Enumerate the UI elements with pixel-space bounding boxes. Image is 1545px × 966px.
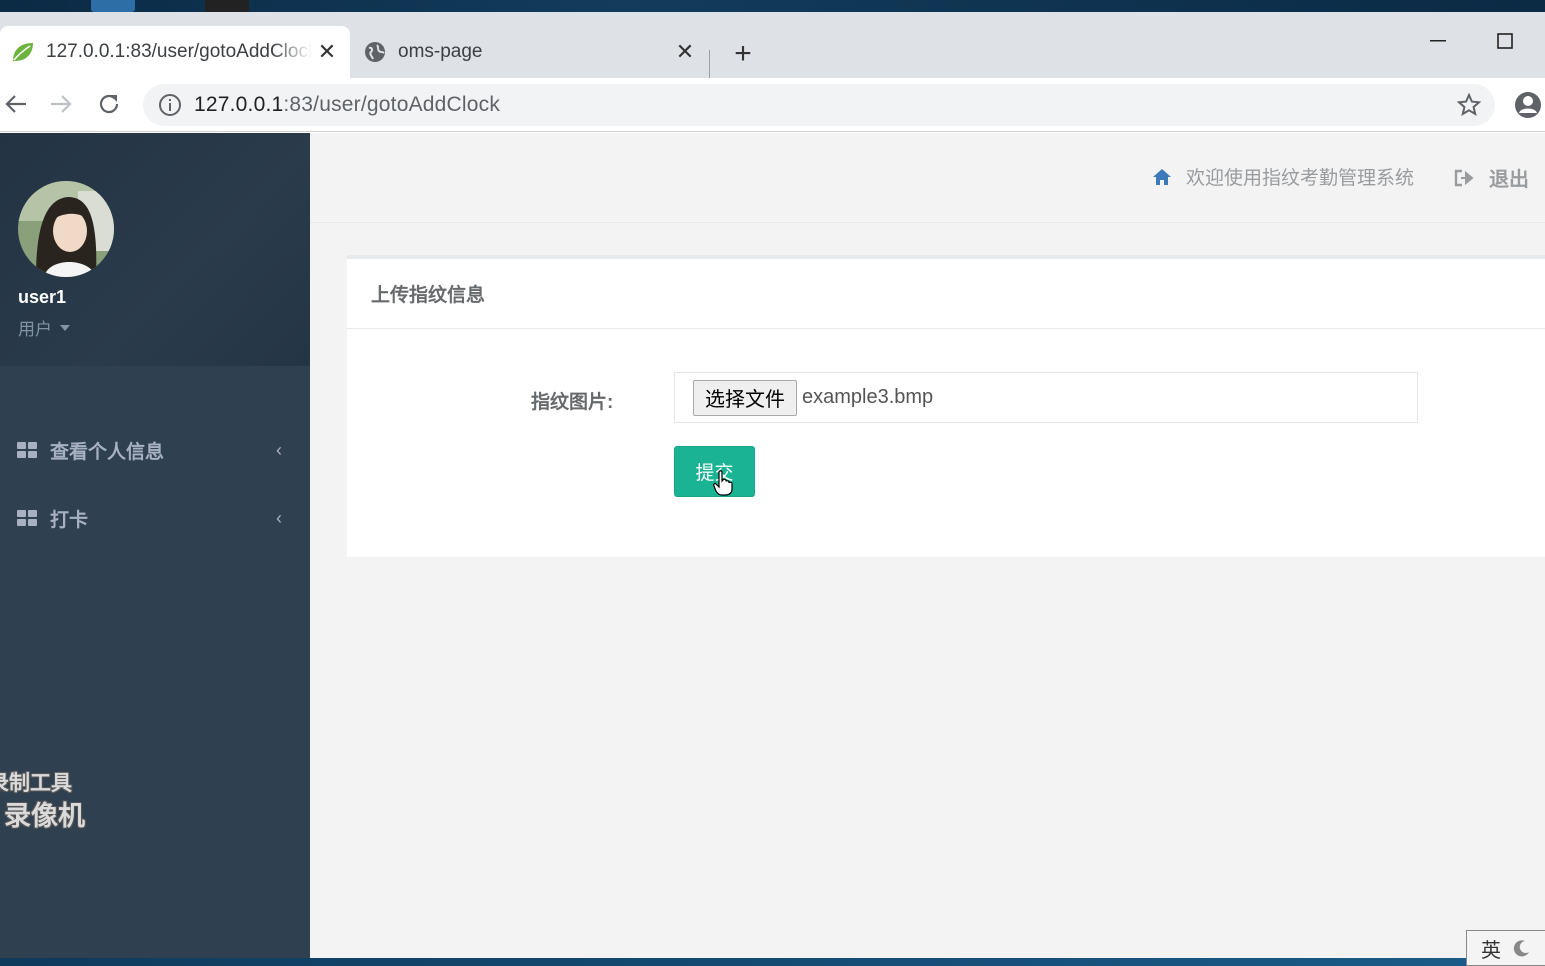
web-page: user1 用户 查看个人信息 ‹ 打卡 ‹ 录制工具 录像机 欢迎使用指纹考勤… bbox=[0, 133, 1545, 958]
th-large-icon bbox=[17, 442, 37, 458]
ime-indicator[interactable]: 英 bbox=[1466, 930, 1545, 966]
role-label: 用户 bbox=[18, 320, 52, 339]
recorder-watermark: 录像机 bbox=[4, 801, 85, 831]
sidebar-item-label: 打卡 bbox=[50, 509, 89, 531]
globe-favicon-icon bbox=[362, 39, 388, 65]
reload-icon[interactable] bbox=[93, 88, 125, 120]
desktop-app-icon bbox=[205, 0, 249, 12]
desktop-app-icon bbox=[91, 0, 135, 12]
tab-separator bbox=[709, 50, 710, 78]
top-navbar: 欢迎使用指纹考勤管理系统 退出 bbox=[310, 133, 1545, 223]
browser-tab-bar: 127.0.0.1:83/user/gotoAddClock ✕ oms-pag… bbox=[0, 12, 1545, 78]
desktop-bottom-strip bbox=[0, 958, 1545, 966]
profile-avatar-icon[interactable] bbox=[1513, 90, 1543, 120]
sidebar-username: user1 bbox=[18, 287, 67, 307]
chevron-left-icon: ‹ bbox=[276, 439, 282, 460]
sidebar: user1 用户 查看个人信息 ‹ 打卡 ‹ 录制工具 录像机 bbox=[0, 133, 310, 958]
leaf-favicon-icon bbox=[10, 39, 36, 65]
back-arrow-icon[interactable] bbox=[0, 88, 32, 120]
tab-title: oms-page bbox=[398, 41, 483, 62]
upload-panel: 上传指纹信息 指纹图片: 选择文件 example3.bmp 提交 bbox=[347, 255, 1545, 557]
logout-link[interactable]: 退出 bbox=[1454, 163, 1529, 192]
maximize-button[interactable] bbox=[1487, 26, 1523, 56]
choose-file-button[interactable]: 选择文件 bbox=[693, 379, 797, 416]
fingerprint-image-label: 指纹图片: bbox=[531, 392, 614, 413]
desktop-taskbar-strip bbox=[0, 0, 1545, 12]
moon-icon bbox=[1513, 940, 1529, 957]
tab-title: 127.0.0.1:83/user/gotoAddClock bbox=[46, 41, 312, 62]
selected-file-name: example3.bmp bbox=[802, 386, 934, 408]
panel-title: 上传指纹信息 bbox=[347, 259, 1545, 329]
caret-down-icon bbox=[60, 324, 70, 331]
chevron-left-icon: ‹ bbox=[276, 507, 282, 528]
forward-arrow-icon[interactable] bbox=[45, 88, 77, 120]
browser-toolbar: 127.0.0.1:83/user/gotoAddClock bbox=[0, 78, 1545, 132]
address-bar[interactable]: 127.0.0.1:83/user/gotoAddClock bbox=[143, 84, 1495, 126]
browser-tab-active[interactable]: 127.0.0.1:83/user/gotoAddClock ✕ bbox=[0, 26, 350, 78]
hand-pointer-cursor-icon bbox=[713, 470, 733, 496]
tab-close-icon[interactable]: ✕ bbox=[312, 37, 342, 67]
recorder-watermark: 录制工具 bbox=[0, 772, 72, 795]
info-icon[interactable] bbox=[158, 93, 182, 117]
minimize-button[interactable] bbox=[1420, 26, 1456, 56]
fingerprint-file-input[interactable]: 选择文件 example3.bmp bbox=[674, 372, 1418, 423]
main-content: 欢迎使用指纹考勤管理系统 退出 上传指纹信息 指纹图片: 选择文件 exampl… bbox=[310, 133, 1545, 958]
sidebar-item-clock-in[interactable]: 打卡 ‹ bbox=[0, 488, 310, 548]
welcome-message: 欢迎使用指纹考勤管理系统 bbox=[1152, 163, 1414, 190]
sidebar-item-personal-info[interactable]: 查看个人信息 ‹ bbox=[0, 420, 310, 480]
logout-label: 退出 bbox=[1489, 169, 1529, 191]
sidebar-item-label: 查看个人信息 bbox=[50, 441, 165, 463]
role-dropdown[interactable]: 用户 bbox=[18, 315, 70, 340]
url-text: 127.0.0.1:83/user/gotoAddClock bbox=[194, 93, 500, 117]
user-avatar[interactable] bbox=[18, 181, 114, 277]
new-tab-button[interactable]: + bbox=[725, 36, 761, 72]
th-large-icon bbox=[17, 510, 37, 526]
bookmark-star-icon[interactable] bbox=[1457, 93, 1481, 117]
home-icon bbox=[1153, 168, 1171, 185]
browser-tab[interactable]: oms-page ✕ bbox=[352, 26, 708, 78]
sign-out-icon bbox=[1454, 169, 1474, 186]
ime-mode: 英 bbox=[1481, 939, 1501, 962]
sidebar-profile: user1 用户 bbox=[0, 133, 310, 366]
url-path: :83/user/gotoAddClock bbox=[283, 93, 501, 116]
welcome-text: 欢迎使用指纹考勤管理系统 bbox=[1186, 168, 1415, 189]
url-host: 127.0.0.1 bbox=[194, 93, 284, 116]
tab-close-icon[interactable]: ✕ bbox=[670, 37, 700, 67]
